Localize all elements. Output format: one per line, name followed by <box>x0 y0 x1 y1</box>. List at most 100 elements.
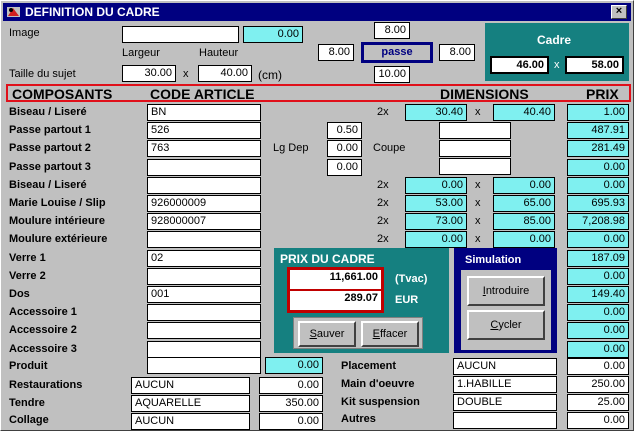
component-label: Accessoire 1 <box>9 306 77 318</box>
prix-field: 0.00 <box>567 268 629 285</box>
dim-multiplier: 2x <box>377 197 389 209</box>
dim-times-sign: x <box>475 197 481 209</box>
dim-width-field[interactable]: 53.00 <box>405 195 467 212</box>
code-article-field[interactable]: 763 <box>147 140 261 157</box>
lg-dep-field[interactable]: 0.00 <box>327 140 362 157</box>
restaurations-label: Restaurations <box>9 379 83 391</box>
code-article-field[interactable]: 526 <box>147 122 261 139</box>
cycler-button[interactable]: Cycler <box>467 310 545 340</box>
passe-top-field[interactable]: 8.00 <box>374 22 410 39</box>
dim-width-field[interactable]: 30.40 <box>405 104 467 121</box>
dim-times-sign: x <box>475 215 481 227</box>
prix-field: 487.91 <box>567 122 629 139</box>
component-label: Accessoire 3 <box>9 343 77 355</box>
component-label: Dos <box>9 288 30 300</box>
dim-width-field[interactable]: 0.00 <box>405 231 467 248</box>
component-label: Passe partout 1 <box>9 124 91 136</box>
header-prix: PRIX <box>586 86 619 102</box>
code-article-field[interactable] <box>147 159 261 176</box>
produit-code[interactable] <box>147 357 261 374</box>
component-label: Moulure extérieure <box>9 233 108 245</box>
unit-label: (cm) <box>258 68 282 82</box>
cadre-times-sign: x <box>554 59 560 71</box>
coupe-field-3[interactable] <box>439 158 511 175</box>
produit-label: Produit <box>9 360 48 372</box>
simulation-panel: Simulation Introduire Cycler <box>454 248 557 353</box>
component-label: Biseau / Liseré <box>9 179 87 191</box>
prix-values-box: 11,661.00 289.07 <box>287 267 384 313</box>
collage-prix: 0.00 <box>259 413 323 430</box>
dim-times-sign: x <box>475 179 481 191</box>
dim-times-sign: x <box>475 233 481 245</box>
code-article-field[interactable]: BN <box>147 104 261 121</box>
effacer-button[interactable]: Effacer <box>361 321 419 347</box>
lg-dep-field[interactable]: 0.00 <box>327 159 362 176</box>
dim-width-field[interactable]: 0.00 <box>405 177 467 194</box>
header-composants: COMPOSANTS <box>12 86 113 102</box>
dim-width-field[interactable]: 73.00 <box>405 213 467 230</box>
kit-suspension-label: Kit suspension <box>341 396 420 408</box>
code-article-field[interactable]: 926000009 <box>147 195 261 212</box>
header-dimensions: DIMENSIONS <box>440 86 529 102</box>
lgdep-label: Lg Dep <box>273 142 309 154</box>
prix-tvac-value: 11,661.00 <box>290 270 381 289</box>
sauver-button[interactable]: Sauver <box>298 321 356 347</box>
component-label: Biseau / Liseré <box>9 106 87 118</box>
hauteur-field[interactable]: 40.00 <box>198 65 252 82</box>
code-article-field[interactable]: 001 <box>147 286 261 303</box>
dim-height-field[interactable]: 0.00 <box>493 177 555 194</box>
dim-multiplier: 2x <box>377 233 389 245</box>
buttons-tray: Sauver Effacer <box>293 317 423 349</box>
main-oeuvre-field[interactable]: 1.HABILLE <box>453 376 557 393</box>
app-icon <box>7 7 20 17</box>
main-oeuvre-prix: 250.00 <box>567 376 629 393</box>
dim-height-field[interactable]: 40.40 <box>493 104 555 121</box>
kit-suspension-field[interactable]: DOUBLE <box>453 394 557 411</box>
autres-field[interactable] <box>453 412 557 429</box>
passe-left-field[interactable]: 8.00 <box>318 44 354 61</box>
tendre-label: Tendre <box>9 397 45 409</box>
tendre-field[interactable]: AQUARELLE <box>131 395 250 412</box>
dim-height-field[interactable]: 65.00 <box>493 195 555 212</box>
dim-multiplier: 2x <box>377 179 389 191</box>
restaurations-field[interactable]: AUCUN <box>131 377 250 394</box>
prix-field: 695.93 <box>567 195 629 212</box>
title-bar: DEFINITION DU CADRE × <box>3 3 631 21</box>
introduire-button[interactable]: Introduire <box>467 276 545 306</box>
tvac-label: (Tvac) <box>395 273 428 285</box>
eur-label: EUR <box>395 294 419 306</box>
dim-height-field[interactable]: 0.00 <box>493 231 555 248</box>
coupe-field-2[interactable] <box>439 140 511 157</box>
component-label: Passe partout 3 <box>9 161 91 173</box>
code-article-field[interactable] <box>147 268 261 285</box>
header-code-article: CODE ARTICLE <box>150 86 255 102</box>
image-field[interactable] <box>122 26 239 43</box>
code-article-field[interactable] <box>147 304 261 321</box>
code-article-field[interactable] <box>147 231 261 248</box>
main-oeuvre-label: Main d'oeuvre <box>341 378 415 390</box>
component-label: Moulure intérieure <box>9 215 105 227</box>
largeur-label: Largeur <box>122 47 160 59</box>
prix-field: 149.40 <box>567 286 629 303</box>
dim-height-field[interactable]: 85.00 <box>493 213 555 230</box>
prix-field: 0.00 <box>567 159 629 176</box>
coupe-field-1[interactable] <box>439 122 511 139</box>
close-button[interactable]: × <box>611 5 627 19</box>
code-article-field[interactable] <box>147 322 261 339</box>
code-article-field[interactable]: 928000007 <box>147 213 261 230</box>
code-article-field[interactable] <box>147 177 261 194</box>
kit-suspension-prix: 25.00 <box>567 394 629 411</box>
prix-field: 187.09 <box>567 250 629 267</box>
lg-dep-field[interactable]: 0.50 <box>327 122 362 139</box>
column-header: COMPOSANTS CODE ARTICLE DIMENSIONS PRIX <box>6 84 631 102</box>
collage-field[interactable]: AUCUN <box>131 413 250 430</box>
tendre-prix: 350.00 <box>259 395 323 412</box>
placement-field[interactable]: AUCUN <box>453 358 557 375</box>
prix-field: 1.00 <box>567 104 629 121</box>
passe-bottom-field[interactable]: 10.00 <box>374 66 410 83</box>
prix-field: 0.00 <box>567 304 629 321</box>
passe-right-field[interactable]: 8.00 <box>439 44 475 61</box>
largeur-field[interactable]: 30.00 <box>122 65 176 82</box>
code-article-field[interactable]: 02 <box>147 250 261 267</box>
code-article-field[interactable] <box>147 341 261 358</box>
